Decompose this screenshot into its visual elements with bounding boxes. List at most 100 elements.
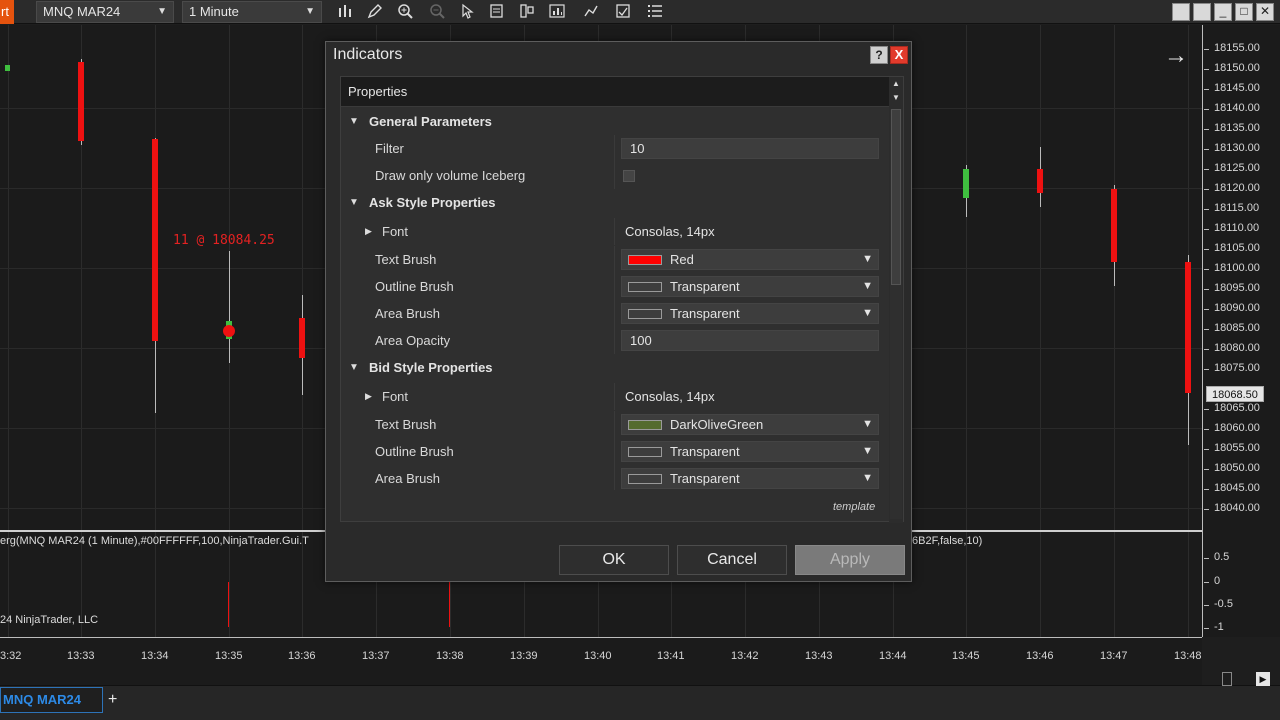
ask-text-brush-select[interactable]: Red ▼ (621, 249, 879, 270)
interval-selector-value: 1 Minute (189, 4, 239, 19)
properties-scrollbar[interactable]: ▲ ▼ (889, 77, 903, 523)
ask-area-brush-select[interactable]: Transparent ▼ (621, 303, 879, 324)
scroll-down-icon[interactable]: ▼ (889, 93, 903, 105)
category-bid-style-properties[interactable]: ▼ Bid Style Properties (341, 354, 889, 381)
pointer-icon[interactable] (458, 3, 476, 21)
bid-area-brush-select[interactable]: Transparent ▼ (621, 468, 879, 489)
filter-input[interactable]: 10 (621, 138, 879, 159)
add-tab-button[interactable]: + (108, 690, 124, 710)
zoom-in-icon[interactable] (396, 3, 414, 21)
brush-name: Transparent (670, 471, 740, 486)
restore-window-button[interactable] (1172, 3, 1190, 21)
scroll-track[interactable] (890, 109, 902, 519)
font-value: Consolas, 14px (625, 389, 715, 404)
property-draw-only-volume-iceberg: Draw only volume Iceberg (341, 162, 889, 189)
property-label: Font (382, 389, 409, 404)
properties-icon[interactable] (614, 3, 632, 21)
property-label: Draw only volume Iceberg (375, 168, 526, 183)
instrument-selector[interactable]: MNQ MAR24 ▼ (36, 1, 174, 23)
color-swatch (628, 255, 662, 265)
property-ask-text-brush: Text Brush Red ▼ (341, 246, 889, 273)
property-ask-area-opacity: Area Opacity 100 (341, 327, 889, 354)
property-label: Text Brush (375, 252, 437, 267)
candle (1037, 169, 1043, 193)
bid-outline-brush-select[interactable]: Transparent ▼ (621, 441, 879, 462)
brush-name: Transparent (670, 306, 740, 321)
volume-bar (228, 582, 229, 627)
maximize-button[interactable]: □ (1235, 3, 1253, 21)
property-bid-outline-brush: Outline Brush Transparent ▼ (341, 438, 889, 465)
indicators-icon[interactable] (646, 3, 664, 21)
category-label: Bid Style Properties (369, 360, 493, 375)
indicator-label-tail: 6B2F,false,10) (912, 535, 983, 547)
chevron-down-icon: ▼ (862, 280, 873, 292)
ask-area-opacity-input[interactable]: 100 (621, 330, 879, 351)
color-swatch (628, 474, 662, 484)
control-center-tab[interactable]: rt (0, 0, 14, 24)
property-label: Area Brush (375, 471, 441, 486)
category-label: Ask Style Properties (369, 195, 496, 210)
help-button[interactable]: ? (870, 46, 888, 64)
chart-tab-instrument[interactable]: MNQ MAR24 (0, 687, 103, 713)
property-bid-font[interactable]: ▶ Font Consolas, 14px (341, 383, 889, 410)
scroll-thumb[interactable] (891, 109, 901, 285)
interval-selector[interactable]: 1 Minute ▼ (182, 1, 322, 23)
bar-chart-icon[interactable] (336, 3, 354, 21)
scroll-up-icon[interactable]: ▲ (889, 79, 903, 91)
property-bid-text-brush: Text Brush DarkOliveGreen ▼ (341, 411, 889, 438)
category-ask-style-properties[interactable]: ▼ Ask Style Properties (341, 189, 889, 216)
time-tick: 13:37 (362, 650, 390, 662)
candle-wick (229, 251, 230, 363)
expand-triangle-icon[interactable]: ▶ (365, 383, 372, 410)
time-tick: 13:39 (510, 650, 538, 662)
apply-button[interactable]: Apply (795, 545, 905, 575)
candle (78, 62, 84, 141)
chart-trader-icon[interactable] (582, 3, 600, 21)
ok-button[interactable]: OK (559, 545, 669, 575)
strategies-icon[interactable] (548, 3, 566, 21)
cancel-button[interactable]: Cancel (677, 545, 787, 575)
horizontal-scroll-thumb[interactable] (1222, 672, 1232, 686)
close-button[interactable]: X (890, 46, 908, 64)
property-ask-area-brush: Area Brush Transparent ▼ (341, 300, 889, 327)
property-bid-area-brush: Area Brush Transparent ▼ (341, 465, 889, 490)
scroll-to-latest-icon[interactable]: → (1164, 42, 1188, 70)
maximize-window-button[interactable] (1193, 3, 1211, 21)
property-label: Area Opacity (375, 333, 451, 348)
color-swatch (628, 420, 662, 430)
properties-header: Properties (341, 77, 889, 107)
time-tick: 3:32 (0, 650, 22, 662)
zoom-out-icon[interactable] (428, 3, 446, 21)
grid-line (1040, 25, 1041, 637)
data-box-icon[interactable] (488, 3, 506, 21)
time-tick: 13:41 (657, 650, 685, 662)
pencil-icon[interactable] (366, 3, 384, 21)
category-general-parameters[interactable]: ▼ General Parameters (341, 108, 889, 135)
close-window-button[interactable]: ✕ (1256, 3, 1274, 21)
candle (5, 65, 10, 71)
candle (1111, 189, 1117, 262)
time-tick: 13:47 (1100, 650, 1128, 662)
color-swatch (628, 309, 662, 319)
draw-iceberg-checkbox[interactable] (623, 170, 635, 182)
copyright-label: 24 NinjaTrader, LLC (0, 614, 99, 626)
candle (152, 139, 158, 341)
expand-triangle-icon[interactable]: ▶ (365, 218, 372, 245)
minimize-button[interactable]: _ (1214, 3, 1232, 21)
time-tick: 13:34 (141, 650, 169, 662)
ask-outline-brush-select[interactable]: Transparent ▼ (621, 276, 879, 297)
properties-grid: Properties ▲ ▼ ▼ General Parameters Filt… (340, 76, 904, 523)
dialog-title: Indicators (333, 46, 403, 63)
chevron-down-icon: ▼ (862, 253, 873, 265)
property-label: Outline Brush (375, 444, 454, 459)
drawing-tools-icon[interactable] (518, 3, 536, 21)
bid-text-brush-select[interactable]: DarkOliveGreen ▼ (621, 414, 879, 435)
time-axis[interactable]: 3:32 13:33 13:34 13:35 13:36 13:37 13:38… (0, 637, 1202, 685)
property-label: Outline Brush (375, 279, 454, 294)
property-ask-font[interactable]: ▶ Font Consolas, 14px (341, 218, 889, 245)
price-axis[interactable]: 18155.00 18150.00 18145.00 18140.00 1813… (1202, 25, 1280, 637)
template-link[interactable]: template (833, 501, 875, 513)
scroll-right-icon[interactable]: ▶ (1256, 672, 1270, 686)
collapse-triangle-icon: ▼ (349, 362, 359, 373)
iceberg-annotation: 11 @ 18084.25 (173, 233, 275, 248)
